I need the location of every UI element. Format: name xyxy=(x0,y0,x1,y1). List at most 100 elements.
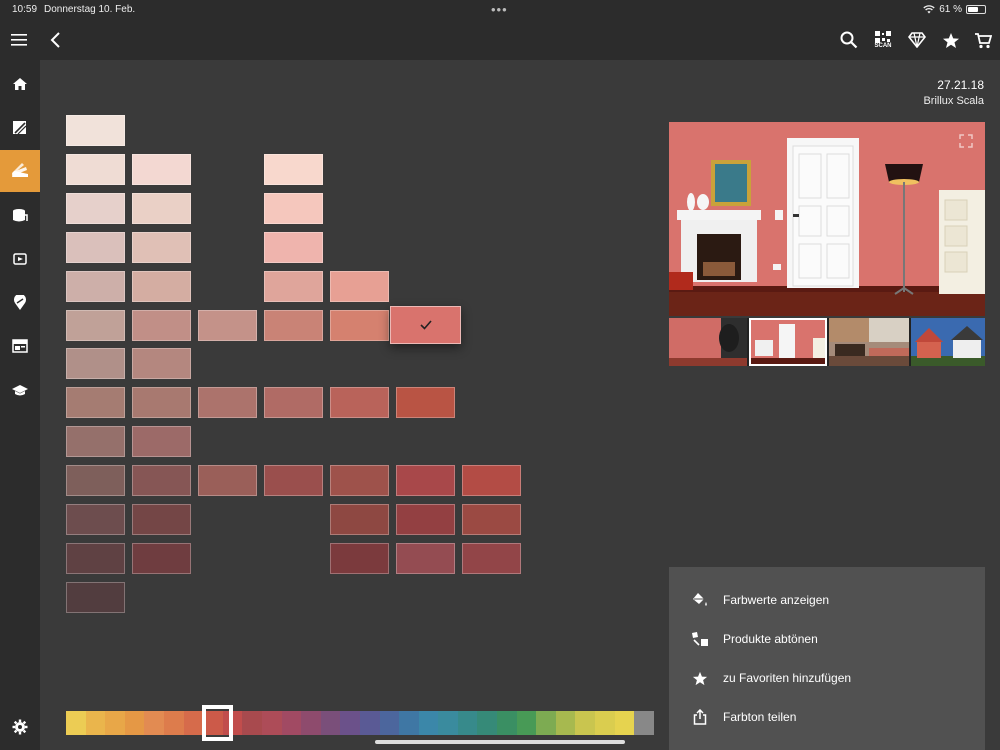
house-exterior-thumbnail[interactable] xyxy=(911,318,985,366)
color-swatch[interactable] xyxy=(66,231,125,263)
color-swatch[interactable] xyxy=(132,426,191,458)
room-door-thumbnail[interactable] xyxy=(749,318,827,366)
fullscreen-icon[interactable] xyxy=(959,134,973,148)
color-swatch[interactable] xyxy=(462,504,521,535)
color-swatch[interactable] xyxy=(66,581,125,613)
color-swatch[interactable] xyxy=(132,309,191,341)
color-swatch[interactable] xyxy=(132,231,191,263)
color-swatch[interactable] xyxy=(264,192,323,224)
palette-segment[interactable] xyxy=(144,711,164,735)
gear-icon[interactable] xyxy=(0,706,40,748)
color-swatch[interactable] xyxy=(264,309,323,341)
color-swatch[interactable] xyxy=(132,465,191,497)
color-swatch[interactable] xyxy=(132,542,191,574)
color-swatch[interactable] xyxy=(330,270,389,302)
palette-segment[interactable] xyxy=(183,711,204,735)
share-color-item[interactable]: Farbton teilen xyxy=(669,698,985,736)
show-color-values-item[interactable]: Farbwerte anzeigen xyxy=(669,581,985,619)
palette-segment[interactable] xyxy=(477,711,498,735)
palette-segment[interactable] xyxy=(555,711,576,735)
color-swatch[interactable] xyxy=(66,153,125,185)
palette-segment[interactable] xyxy=(320,711,341,735)
wall-paint-icon[interactable] xyxy=(0,107,40,149)
paint-bucket-icon[interactable] xyxy=(0,195,40,237)
tint-products-item[interactable]: Produkte abtönen xyxy=(669,620,985,658)
color-swatch[interactable] xyxy=(66,426,125,458)
color-swatch[interactable] xyxy=(330,465,389,497)
diamond-icon[interactable] xyxy=(906,29,928,51)
color-swatch[interactable] xyxy=(330,309,389,341)
color-swatch[interactable] xyxy=(330,387,389,419)
palette-segment[interactable] xyxy=(301,711,321,735)
palette-segment[interactable] xyxy=(536,711,556,735)
color-swatch[interactable] xyxy=(132,192,191,224)
color-swatch[interactable] xyxy=(66,542,125,574)
color-swatch[interactable] xyxy=(132,504,191,535)
location-pin-icon[interactable] xyxy=(0,282,40,324)
add-to-favorites-item[interactable]: zu Favoriten hinzufügen xyxy=(669,659,985,697)
color-swatch[interactable] xyxy=(66,504,125,535)
color-swatch[interactable] xyxy=(198,387,257,419)
palette-segment[interactable] xyxy=(85,711,106,735)
color-swatch[interactable] xyxy=(66,192,125,224)
home-icon[interactable] xyxy=(0,63,40,105)
palette-segment[interactable] xyxy=(340,711,360,735)
palette-segment[interactable] xyxy=(438,711,458,735)
palette-segment[interactable] xyxy=(242,711,262,735)
color-swatch[interactable] xyxy=(264,153,323,185)
color-swatch[interactable] xyxy=(396,387,455,419)
palette-segment[interactable] xyxy=(399,711,419,735)
color-swatch[interactable] xyxy=(330,542,389,574)
room-preview[interactable] xyxy=(669,122,985,316)
back-icon[interactable] xyxy=(45,29,67,51)
color-swatch[interactable] xyxy=(264,231,323,263)
color-fan-icon[interactable] xyxy=(0,150,40,192)
room-wall-thumbnail[interactable] xyxy=(669,318,747,366)
color-swatch[interactable] xyxy=(66,115,125,146)
color-swatch[interactable] xyxy=(264,270,323,302)
palette-segment[interactable] xyxy=(66,711,86,735)
color-swatch[interactable] xyxy=(198,309,257,341)
education-icon[interactable] xyxy=(0,370,40,412)
color-family-slider[interactable] xyxy=(66,711,654,735)
living-room-thumbnail[interactable] xyxy=(829,318,909,366)
star-icon[interactable] xyxy=(940,29,962,51)
color-swatch[interactable] xyxy=(132,348,191,380)
palette-segment[interactable] xyxy=(614,711,635,735)
multitask-dots[interactable]: ••• xyxy=(491,2,508,17)
palette-segment[interactable] xyxy=(359,711,380,735)
color-swatch[interactable] xyxy=(132,387,191,419)
video-icon[interactable] xyxy=(0,238,40,280)
color-swatch[interactable] xyxy=(264,465,323,497)
palette-selection-cursor[interactable] xyxy=(202,705,233,741)
color-swatch[interactable] xyxy=(66,348,125,380)
palette-segment[interactable] xyxy=(634,711,654,735)
color-swatch[interactable] xyxy=(66,270,125,302)
color-swatch[interactable] xyxy=(264,387,323,419)
palette-segment[interactable] xyxy=(105,711,125,735)
selected-swatch[interactable] xyxy=(390,305,461,344)
color-swatch[interactable] xyxy=(66,465,125,497)
color-swatch[interactable] xyxy=(396,504,455,535)
cart-icon[interactable] xyxy=(972,29,994,51)
color-swatch[interactable] xyxy=(462,542,521,574)
dashboard-icon[interactable] xyxy=(0,325,40,367)
menu-icon[interactable] xyxy=(9,29,31,51)
palette-segment[interactable] xyxy=(575,711,596,735)
palette-segment[interactable] xyxy=(516,711,537,735)
palette-segment[interactable] xyxy=(497,711,517,735)
palette-segment[interactable] xyxy=(595,711,615,735)
palette-segment[interactable] xyxy=(418,711,439,735)
color-swatch[interactable] xyxy=(396,465,455,497)
palette-segment[interactable] xyxy=(281,711,302,735)
color-swatch[interactable] xyxy=(330,504,389,535)
palette-segment[interactable] xyxy=(457,711,478,735)
palette-segment[interactable] xyxy=(261,711,282,735)
palette-segment[interactable] xyxy=(379,711,400,735)
color-swatch[interactable] xyxy=(132,270,191,302)
color-swatch[interactable] xyxy=(132,153,191,185)
color-swatch[interactable] xyxy=(462,465,521,497)
palette-segment[interactable] xyxy=(124,711,145,735)
color-swatch[interactable] xyxy=(396,542,455,574)
search-icon[interactable] xyxy=(838,29,860,51)
